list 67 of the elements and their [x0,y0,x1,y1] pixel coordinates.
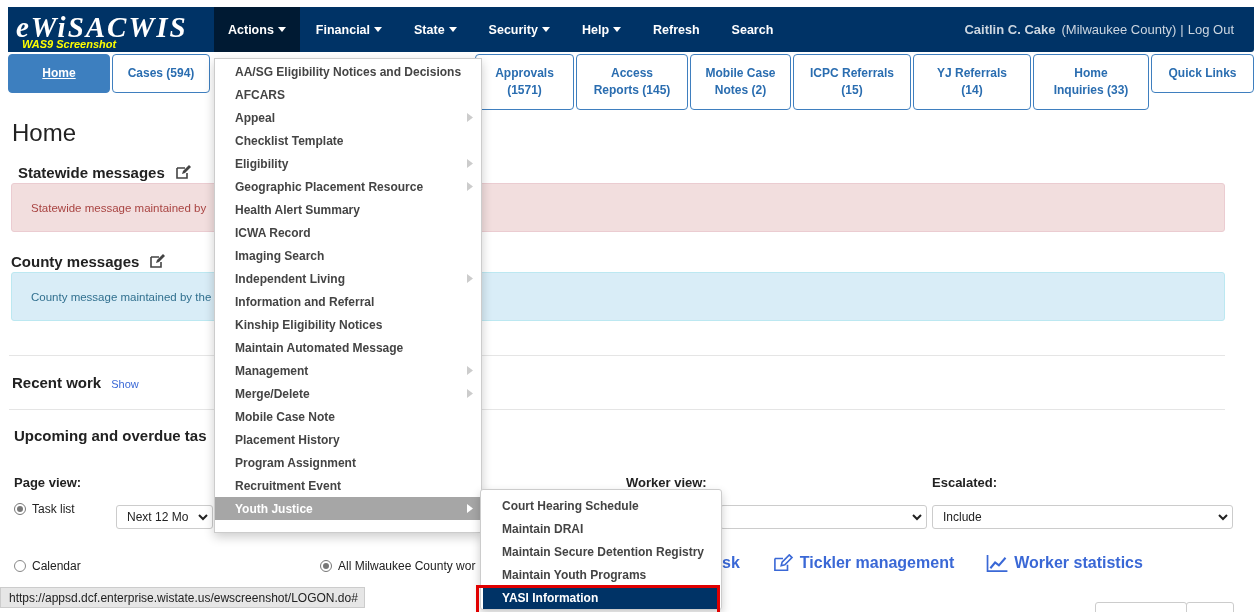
chevron-icon [198,513,208,521]
user-name: Caitlin C. Cake [964,22,1056,37]
radio-label: Calendar [32,559,81,573]
nav-menu[interactable]: Refresh [637,7,716,52]
action-link[interactable]: Tickler management [771,554,955,572]
section-heading: Upcoming and overdue tas [14,427,207,446]
menu-item[interactable]: Maintain Secure Detention Registry [483,540,719,563]
menu-item[interactable]: Eligibility [215,152,481,175]
menu-item[interactable]: Placement History [215,428,481,451]
menu-item[interactable]: Maintain Youth Programs [483,563,719,586]
dropdown-select[interactable]: Include [932,505,1233,529]
field-label: Escalated: [932,475,998,490]
nav-tab[interactable]: Home Inquiries (33) [1033,54,1149,110]
menu-item[interactable]: Information and Referral [215,290,481,313]
menu-item[interactable]: Health Alert Summary [215,198,481,221]
edit-icon[interactable] [174,164,191,180]
menu-item[interactable]: Recruitment Event [215,474,481,497]
nav-menu[interactable]: Actions [214,7,300,52]
menu-item[interactable]: Checklist Template [215,129,481,152]
radio-label: All Milwaukee County wor [338,559,476,573]
range-select[interactable]: Next 12 Mo [116,505,213,529]
nav-tab[interactable]: Home [8,54,110,93]
nav-menu[interactable]: State [398,7,473,52]
nav-tab[interactable]: Quick Links [1151,54,1254,93]
menu-item[interactable]: Management [215,359,481,382]
page-title: Home [12,119,77,148]
edit-icon[interactable] [149,253,166,269]
section-heading: Statewide messages [18,163,165,181]
logout-link[interactable]: Log Out [1187,22,1234,37]
show-link[interactable]: Show [111,378,139,390]
radio-button[interactable] [14,560,26,572]
menu-item[interactable]: Imaging Search [215,244,481,267]
menu-item[interactable]: Program Assignment [215,451,481,474]
menu-item[interactable]: Mobile Case Note [215,405,481,428]
action-link[interactable]: sk [722,554,740,572]
field-label: Page view: [14,475,82,490]
menu-item[interactable]: Maintain DRAI [483,517,719,540]
chart-icon [986,554,1009,572]
environment-label: WAS9 Screenshot [22,39,117,50]
section-heading: Recent work [12,374,102,391]
radio-button[interactable] [14,503,26,515]
menu-item[interactable]: Court Hearing Schedule [483,494,719,517]
status-bar-url: https://appsd.dcf.enterprise.wistate.us/ewscreenshot/LOGON.do# [0,587,365,608]
nav-tab[interactable]: Access Reports (145) [576,54,688,110]
chevron-icon [1218,513,1228,521]
nav-tab[interactable]: Mobile Case Notes (2) [690,54,791,110]
user-county: (Milwaukee County) [1061,22,1177,37]
menu-item[interactable]: Merge/Delete [215,382,481,405]
nav-menu[interactable]: Security [472,7,566,52]
menu-item[interactable]: YASI Information [483,586,719,609]
nav-tab[interactable]: YJ Referrals (14) [913,54,1031,110]
nav-menu[interactable]: Search [715,7,790,52]
radio-label: Task list [32,502,75,516]
chevron-icon [912,513,922,521]
nav-tab[interactable]: Cases (594) [112,54,210,93]
radio-button[interactable] [320,560,332,572]
nav-menu[interactable]: Help [565,7,638,52]
nav-tab[interactable]: Approvals (1571) [475,54,574,110]
app-logo: eWiSACWIS [16,16,188,38]
action-link[interactable]: Worker statistics [986,554,1143,572]
field-label: Worker view: [626,475,707,490]
menu-item[interactable]: Maintain Automated Message [215,336,481,359]
edit-icon [771,554,794,572]
nav-menu[interactable]: Financial [299,7,399,52]
nav-tab[interactable]: ICPC Referrals (15) [793,54,911,110]
section-heading: County messages [11,252,140,270]
separator: | [1180,22,1184,37]
